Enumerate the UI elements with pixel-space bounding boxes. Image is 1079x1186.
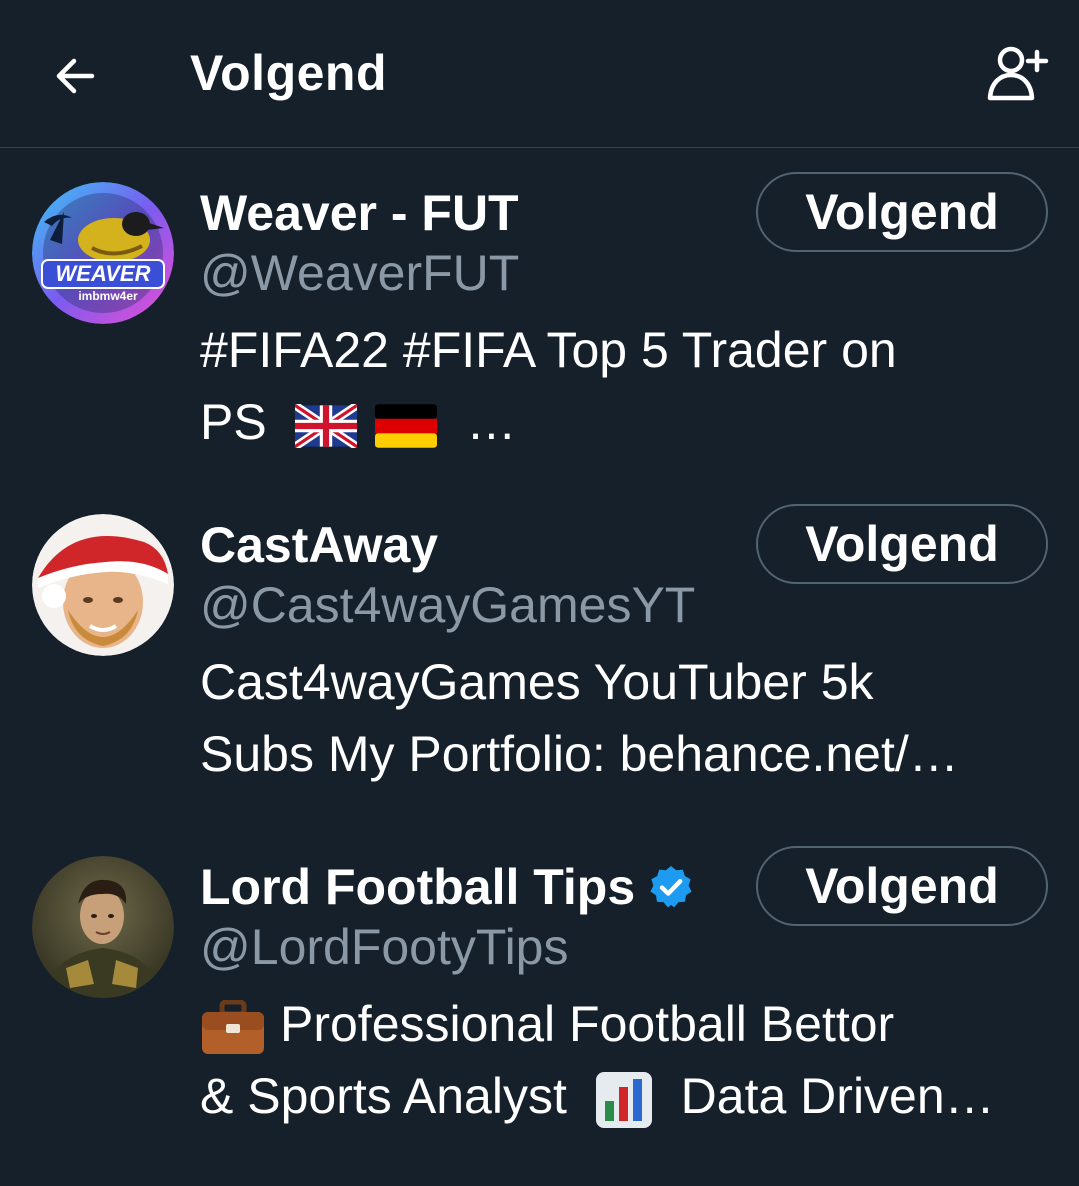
display-name: CastAway bbox=[200, 517, 439, 573]
display-name: Weaver - FUT bbox=[200, 185, 519, 241]
username-handle: @WeaverFUT bbox=[200, 245, 520, 301]
avatar[interactable] bbox=[32, 856, 174, 998]
back-button[interactable] bbox=[44, 46, 104, 106]
page-title: Volgend bbox=[190, 45, 388, 101]
avatar-logo-text: WEAVER bbox=[56, 261, 151, 286]
profile-photo bbox=[32, 514, 174, 656]
add-user-icon bbox=[987, 46, 1049, 101]
username-handle: @Cast4wayGamesYT bbox=[200, 577, 696, 633]
bio-line-1: #FIFA22 #FIFA Top 5 Trader on bbox=[200, 322, 897, 378]
uk-flag-icon bbox=[294, 403, 357, 448]
briefcase-icon bbox=[202, 999, 264, 1054]
bar-chart-icon bbox=[595, 1071, 652, 1128]
username-handle: @LordFootyTips bbox=[200, 919, 569, 975]
bio-line-2: & Sports Analyst Data Driven… bbox=[200, 1060, 1050, 1132]
bio-text: & Sports Analyst bbox=[200, 1068, 567, 1124]
bio-text: PS bbox=[200, 394, 267, 450]
user-bio: Professional Football Bettor & Sports An… bbox=[200, 988, 1050, 1132]
bio-text: Data Driven… bbox=[680, 1068, 995, 1124]
top-app-bar: Volgend bbox=[0, 0, 1079, 148]
bio-line-1: Professional Football Bettor bbox=[200, 988, 1050, 1060]
weaver-logo-avatar: WEAVER imbmw4er bbox=[32, 182, 174, 324]
bio-line-1: Cast4wayGames YouTuber 5k bbox=[200, 654, 874, 710]
bio-line-2: PS … bbox=[200, 386, 1050, 458]
avatar[interactable] bbox=[32, 514, 174, 656]
user-row-cast4waygamesyt[interactable]: CastAway @Cast4wayGamesYT Volgend Cast4w… bbox=[0, 504, 1079, 844]
user-bio: Cast4wayGames YouTuber 5k Subs My Portfo… bbox=[200, 646, 1050, 790]
name-row: CastAway bbox=[200, 514, 438, 576]
following-button[interactable]: Volgend bbox=[756, 846, 1048, 926]
user-bio: #FIFA22 #FIFA Top 5 Trader on PS … bbox=[200, 314, 1050, 458]
avatar[interactable]: WEAVER imbmw4er bbox=[32, 182, 174, 324]
user-row-lordfootytips[interactable]: Lord Football Tips @LordFootyTips Volgen… bbox=[0, 846, 1079, 1186]
following-button[interactable]: Volgend bbox=[756, 504, 1048, 584]
name-row: Lord Football Tips bbox=[200, 856, 695, 918]
name-row: Weaver - FUT bbox=[200, 182, 519, 244]
bio-ellipsis: … bbox=[466, 394, 517, 450]
arrow-left-icon bbox=[56, 58, 95, 94]
bio-line-2: Subs My Portfolio: behance.net/… bbox=[200, 726, 959, 782]
bio-text: Professional Football Bettor bbox=[280, 996, 895, 1052]
add-user-button[interactable] bbox=[982, 42, 1052, 106]
user-row-weaverfut[interactable]: WEAVER imbmw4er Weaver - FUT @WeaverFUT … bbox=[0, 172, 1079, 512]
display-name: Lord Football Tips bbox=[200, 859, 636, 915]
profile-painting bbox=[32, 856, 174, 998]
german-flag-icon bbox=[374, 404, 437, 448]
following-button[interactable]: Volgend bbox=[756, 172, 1048, 252]
avatar-logo-subtext: imbmw4er bbox=[78, 289, 138, 303]
verified-badge-icon bbox=[650, 866, 692, 908]
